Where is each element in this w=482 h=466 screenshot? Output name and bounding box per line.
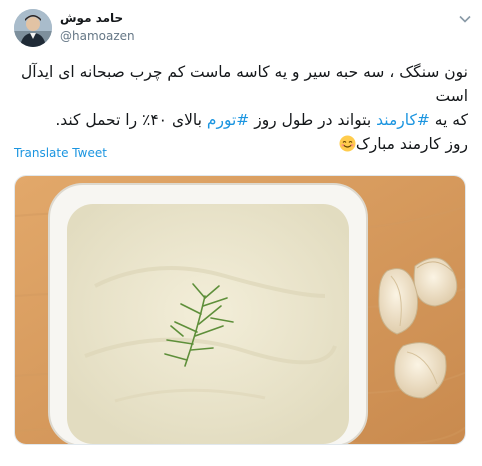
- tweet-text-segment: که یه: [429, 111, 468, 129]
- tweet-text-segment: بالای ۴۰٪ را تحمل کند.: [55, 111, 207, 129]
- translate-tweet-link[interactable]: Translate Tweet: [14, 146, 107, 160]
- avatar[interactable]: [14, 9, 52, 47]
- tweet-media-image[interactable]: [14, 175, 466, 445]
- tweet-text-segment: بتواند در طول روز: [249, 111, 377, 129]
- smiling-face-emoji: [339, 135, 356, 152]
- tweet-header: حامد موش @hamoazen: [0, 0, 482, 56]
- tweet-text-segment: روز کارمند مبارک: [355, 135, 468, 153]
- author-name[interactable]: حامد موش: [60, 11, 123, 25]
- tweet-line-2: که یه #کارمند بتواند در طول روز #تورم با…: [12, 108, 468, 132]
- author-handle[interactable]: @hamoazen: [60, 29, 135, 43]
- hashtag-karmand[interactable]: #کارمند: [376, 111, 430, 129]
- hashtag-tavarom[interactable]: #تورم: [207, 111, 249, 129]
- tweet-line-1: نون سنگک ، سه حبه سیر و یه کاسه ماست کم …: [21, 63, 468, 105]
- tweet-text: نون سنگک ، سه حبه سیر و یه کاسه ماست کم …: [12, 60, 468, 156]
- chevron-down-icon[interactable]: [458, 11, 472, 25]
